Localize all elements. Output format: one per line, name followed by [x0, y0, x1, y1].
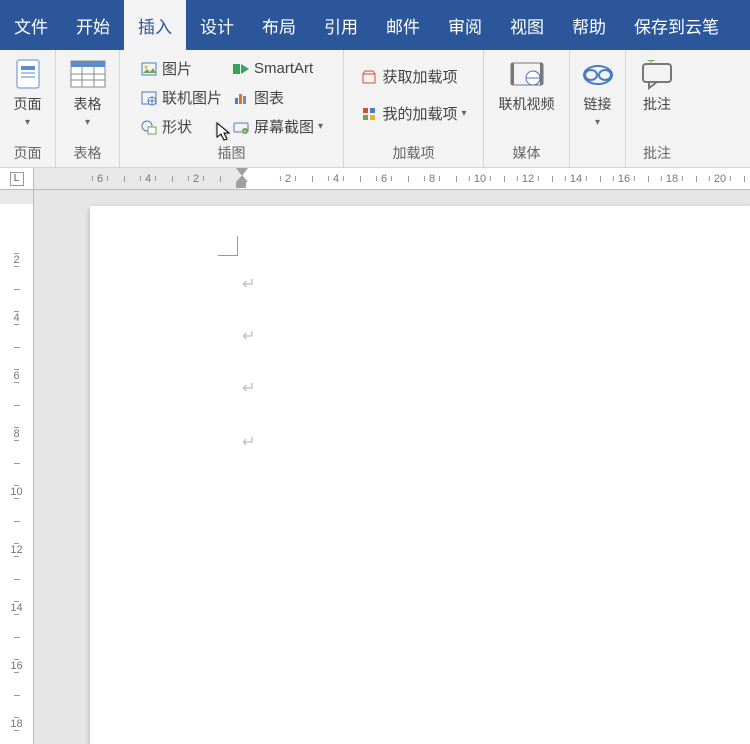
ruler-tick: 8 — [0, 427, 33, 441]
ruler-tick: 6 — [372, 173, 396, 185]
ribbon: 页面 ▾ 页面 表格 ▾ 表格 图片 — [0, 50, 750, 168]
screenshot-button[interactable]: + 屏幕截图 ▾ — [228, 112, 327, 141]
chart-label: 图表 — [254, 87, 284, 108]
ruler-tick: 6 — [88, 173, 112, 185]
group-label-media: 媒体 — [513, 141, 541, 167]
ruler-corner[interactable]: L — [0, 168, 34, 190]
smartart-button[interactable]: SmartArt — [228, 54, 327, 83]
my-addins-label: 我的加载项 — [382, 103, 457, 124]
group-label-comments: 批注 — [643, 141, 671, 167]
hanging-indent-marker[interactable] — [237, 181, 247, 190]
comment-button[interactable]: + 批注 — [632, 54, 682, 117]
links-label: 链接 — [584, 96, 612, 113]
dropdown-icon: ▾ — [461, 108, 466, 119]
online-picture-icon — [140, 89, 158, 107]
smartart-label: SmartArt — [254, 60, 313, 77]
ruler-tick: 2 — [184, 173, 208, 185]
picture-button[interactable]: 图片 — [136, 54, 226, 83]
ruler-tick: 6 — [0, 369, 33, 383]
tab-save-cloud[interactable]: 保存到云笔 — [620, 0, 733, 50]
tab-help[interactable]: 帮助 — [558, 0, 620, 50]
screenshot-icon: + — [232, 118, 250, 136]
ruler-tick: 14 — [561, 173, 591, 185]
paragraph-mark-icon: ↵ — [242, 274, 255, 294]
ruler-tick: 2 — [276, 173, 300, 185]
paragraph-mark-icon: ↵ — [242, 326, 255, 346]
tab-review[interactable]: 审阅 — [434, 0, 496, 50]
tab-file[interactable]: 文件 — [0, 0, 62, 50]
ruler-tick: 18 — [0, 717, 33, 731]
ruler-tick: 12 — [513, 173, 543, 185]
svg-text:+: + — [647, 60, 655, 68]
ruler-tick: 10 — [465, 173, 495, 185]
pages-label: 页面 — [14, 96, 42, 113]
svg-text:+: + — [244, 129, 247, 135]
tab-references[interactable]: 引用 — [310, 0, 372, 50]
online-picture-button[interactable]: 联机图片 — [136, 83, 226, 112]
ruler-tick: 18 — [657, 173, 687, 185]
get-addins-button[interactable]: 获取加载项 — [356, 62, 470, 91]
menu-tabs: 文件 开始 插入 设计 布局 引用 邮件 审阅 视图 帮助 保存到云笔 — [0, 0, 750, 50]
my-addins-button[interactable]: 我的加载项 ▾ — [356, 99, 470, 128]
tab-insert[interactable]: 插入 — [124, 0, 186, 50]
online-video-label: 联机视频 — [499, 96, 555, 113]
tab-home[interactable]: 开始 — [62, 0, 124, 50]
tab-view[interactable]: 视图 — [496, 0, 558, 50]
tab-layout[interactable]: 布局 — [248, 0, 310, 50]
paragraph-mark-icon: ↵ — [242, 378, 255, 398]
tab-mailings[interactable]: 邮件 — [372, 0, 434, 50]
link-icon — [579, 58, 617, 92]
dropdown-icon: ▾ — [85, 117, 90, 128]
online-video-button[interactable]: 联机视频 — [493, 54, 561, 117]
tab-design[interactable]: 设计 — [186, 0, 248, 50]
page-icon — [9, 58, 47, 92]
tab-selector-icon: L — [10, 172, 24, 186]
paragraph-mark-icon: ↵ — [242, 432, 255, 452]
smartart-icon — [232, 60, 250, 78]
table-label: 表格 — [74, 96, 102, 113]
document-page[interactable]: ↵ ↵ ↵ ↵ — [90, 206, 750, 744]
ruler-tick: 8 — [420, 173, 444, 185]
shapes-label: 形状 — [162, 116, 192, 137]
dropdown-icon: ▾ — [595, 117, 600, 128]
table-icon — [69, 58, 107, 92]
dropdown-icon: ▾ — [25, 117, 30, 128]
online-picture-label: 联机图片 — [162, 87, 222, 108]
addins-icon — [360, 105, 378, 123]
ruler-tick: 4 — [136, 173, 160, 185]
store-icon — [360, 68, 378, 86]
chart-icon — [232, 89, 250, 107]
ruler-tick: 2 — [0, 253, 33, 267]
get-addins-label: 获取加载项 — [382, 66, 457, 87]
ruler-tick: 12 — [0, 543, 33, 557]
ruler-tick: 4 — [0, 311, 33, 325]
picture-label: 图片 — [162, 58, 192, 79]
ruler-tick: 4 — [324, 173, 348, 185]
group-label-addins: 加载项 — [393, 141, 435, 167]
horizontal-ruler[interactable]: 6 4 2 2 4 6 8 10 12 14 16 18 20 — [34, 168, 750, 190]
ruler-tick: 16 — [0, 659, 33, 673]
picture-icon — [140, 60, 158, 78]
ruler-tick: 10 — [0, 485, 33, 499]
ruler-tick: 14 — [0, 601, 33, 615]
table-button[interactable]: 表格 ▾ — [63, 54, 113, 132]
video-icon — [508, 58, 546, 92]
vertical-ruler[interactable]: 2 4 6 8 10 12 14 16 18 — [0, 190, 34, 744]
links-button[interactable]: 链接 ▾ — [573, 54, 623, 132]
ruler-tick: 20 — [705, 173, 735, 185]
document-canvas[interactable]: ↵ ↵ ↵ ↵ — [34, 190, 750, 744]
text-cursor-position — [218, 236, 238, 256]
group-label-pages: 页面 — [14, 141, 42, 167]
pages-button[interactable]: 页面 ▾ — [3, 54, 53, 132]
group-label-illustrations: 插图 — [218, 141, 246, 167]
screenshot-label: 屏幕截图 — [254, 116, 314, 137]
comment-label: 批注 — [643, 96, 671, 113]
shapes-icon — [140, 118, 158, 136]
ruler-tick: 16 — [609, 173, 639, 185]
chart-button[interactable]: 图表 — [228, 83, 327, 112]
group-label-tables: 表格 — [74, 141, 102, 167]
shapes-button[interactable]: 形状 ▾ — [136, 112, 226, 141]
dropdown-icon: ▾ — [318, 121, 323, 132]
comment-icon: + — [638, 58, 676, 92]
